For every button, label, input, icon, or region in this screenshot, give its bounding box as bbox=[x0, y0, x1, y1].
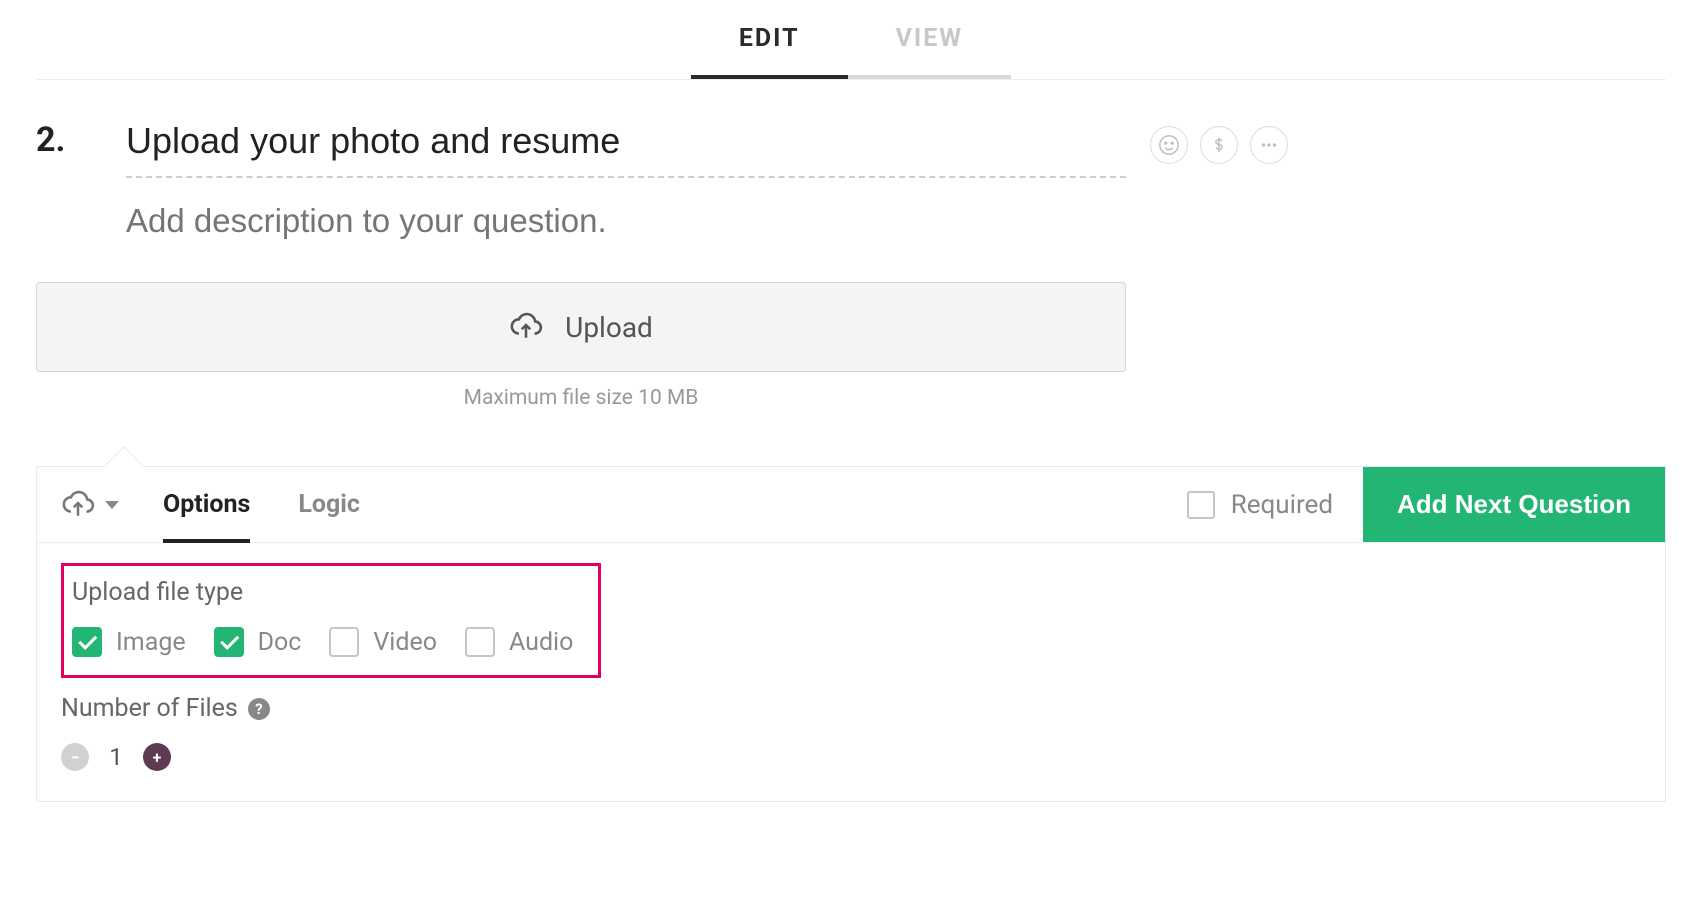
checkbox-image[interactable] bbox=[72, 627, 102, 657]
question-number: 2. bbox=[36, 116, 126, 160]
upload-size-note: Maximum file size 10 MB bbox=[36, 386, 1126, 410]
file-type-label: Doc bbox=[258, 628, 302, 657]
file-type-label: Video bbox=[373, 628, 437, 657]
upload-button-label: Upload bbox=[565, 311, 653, 344]
checkbox-video[interactable] bbox=[329, 627, 359, 657]
file-count-stepper: − 1 + bbox=[61, 743, 1641, 771]
question-description-input[interactable] bbox=[126, 178, 1126, 240]
question-type-dropdown[interactable] bbox=[61, 486, 119, 524]
required-toggle[interactable]: Required bbox=[1157, 467, 1363, 542]
dollar-icon[interactable] bbox=[1200, 126, 1238, 164]
question-actions bbox=[1150, 116, 1288, 164]
number-of-files-label: Number of Files bbox=[61, 694, 238, 723]
tab-edit[interactable]: EDIT bbox=[691, 0, 848, 79]
more-icon[interactable] bbox=[1250, 126, 1288, 164]
decrement-button[interactable]: − bbox=[61, 743, 89, 771]
panel-tab-logic[interactable]: Logic bbox=[298, 466, 360, 543]
file-type-label: Audio bbox=[509, 628, 573, 657]
file-type-image[interactable]: Image bbox=[72, 627, 186, 657]
mode-tabs: EDIT VIEW bbox=[36, 0, 1666, 80]
upload-type-icon bbox=[61, 486, 95, 524]
required-checkbox[interactable] bbox=[1187, 491, 1215, 519]
help-icon[interactable]: ? bbox=[248, 698, 270, 720]
upload-file-type-title: Upload file type bbox=[72, 578, 590, 607]
upload-cloud-icon bbox=[509, 308, 543, 346]
file-type-video[interactable]: Video bbox=[329, 627, 437, 657]
chevron-down-icon bbox=[105, 501, 119, 509]
smile-icon[interactable] bbox=[1150, 126, 1188, 164]
add-next-question-button[interactable]: Add Next Question bbox=[1363, 467, 1665, 542]
increment-button[interactable]: + bbox=[143, 743, 171, 771]
upload-file-type-section: Upload file type Image Doc Video bbox=[61, 563, 601, 678]
file-count-value: 1 bbox=[107, 743, 125, 771]
panel-tab-options[interactable]: Options bbox=[163, 466, 250, 543]
checkbox-doc[interactable] bbox=[214, 627, 244, 657]
file-type-doc[interactable]: Doc bbox=[214, 627, 302, 657]
file-type-label: Image bbox=[116, 628, 186, 657]
options-panel: Options Logic Required Add Next Question… bbox=[36, 466, 1666, 802]
checkbox-audio[interactable] bbox=[465, 627, 495, 657]
question-title-input[interactable] bbox=[126, 116, 1126, 178]
file-type-audio[interactable]: Audio bbox=[465, 627, 573, 657]
required-label: Required bbox=[1231, 490, 1333, 520]
tab-view[interactable]: VIEW bbox=[848, 0, 1012, 79]
upload-button[interactable]: Upload bbox=[36, 282, 1126, 372]
